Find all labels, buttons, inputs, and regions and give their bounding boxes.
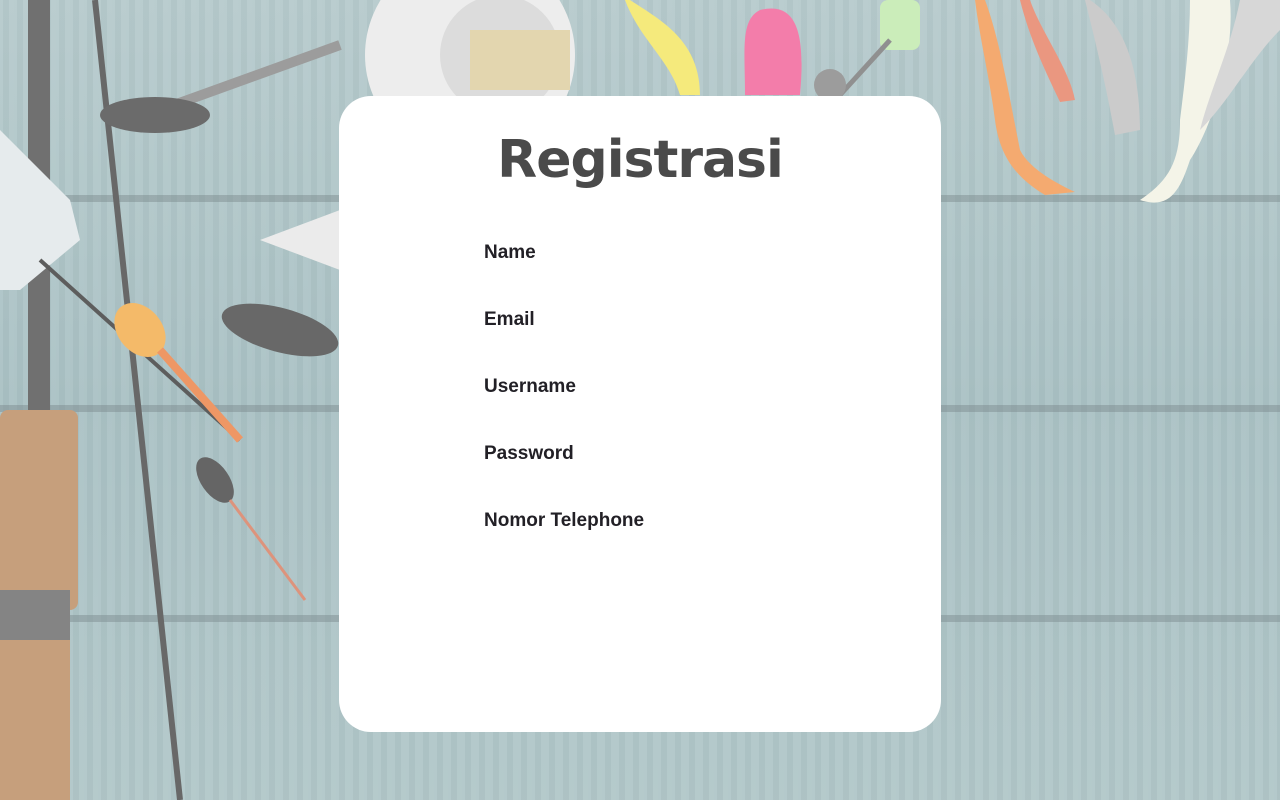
sinker-icon (221, 303, 339, 357)
username-field: Username (484, 374, 864, 441)
password-field: Password (484, 441, 864, 508)
swivel-icon (814, 0, 920, 101)
email-label: Email (484, 309, 535, 330)
page-title: Registrasi (497, 130, 784, 190)
name-label: Name (484, 242, 536, 263)
registration-form: Name Email Username Password Nomor Telep… (484, 240, 864, 575)
pink-lure-icon (744, 8, 802, 96)
phone-number-field: Nomor Telephone (484, 508, 864, 575)
fishing-rod-icon (28, 0, 50, 800)
yellow-lure-icon (625, 0, 700, 95)
fishing-float-icon (0, 130, 307, 601)
silver-lure-icon (1085, 0, 1140, 135)
phone-number-label: Nomor Telephone (484, 510, 645, 531)
password-label: Password (484, 443, 574, 464)
username-label: Username (484, 376, 576, 397)
name-field: Name (484, 240, 864, 307)
email-field: Email (484, 307, 864, 374)
